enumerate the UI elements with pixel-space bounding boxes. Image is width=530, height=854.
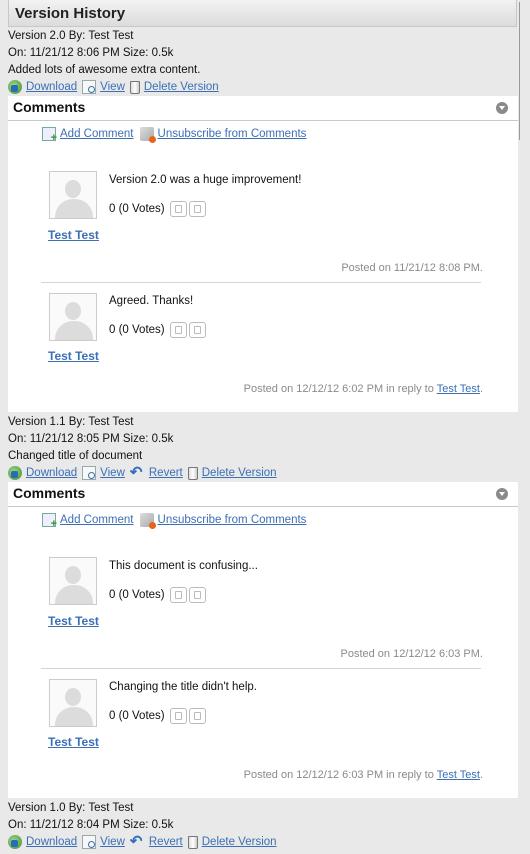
version-date-size: On: 11/21/12 8:04 PM Size: 0.5k: [8, 819, 174, 831]
comment-author-link[interactable]: Test Test: [48, 228, 99, 242]
view-icon[interactable]: [82, 80, 97, 94]
vote-row: 0 (0 Votes): [109, 322, 206, 338]
avatar: [49, 293, 97, 341]
comment-posted: Posted on 11/21/12 8:08 PM.: [341, 262, 483, 274]
thumbs-down-icon[interactable]: [188, 201, 206, 217]
trash-icon[interactable]: [187, 466, 198, 480]
comments-panel-header: Comments: [8, 482, 518, 507]
vote-count: 0 (0 Votes): [109, 589, 165, 601]
collapse-toggle-icon[interactable]: [496, 102, 508, 114]
vote-count: 0 (0 Votes): [109, 324, 165, 336]
comments-panel: Comments Add Comment Unsubscribe from Co…: [8, 482, 518, 798]
unsubscribe-icon[interactable]: [139, 127, 156, 143]
thumbs-down-icon[interactable]: [188, 322, 206, 338]
comments-title: Comments: [13, 485, 86, 501]
comment-author-link[interactable]: Test Test: [48, 735, 99, 749]
trash-icon[interactable]: [187, 835, 198, 849]
vote-row: 0 (0 Votes): [109, 201, 206, 217]
download-icon[interactable]: [8, 835, 22, 849]
revert-link[interactable]: Revert: [149, 467, 183, 479]
version-actions: Download View Revert Delete Version: [8, 463, 282, 481]
view-link[interactable]: View: [100, 836, 125, 848]
version-actions: Download View Delete Version: [8, 79, 224, 95]
reply-to-link[interactable]: Test Test: [437, 769, 480, 781]
trash-icon[interactable]: [129, 80, 140, 94]
download-icon[interactable]: [8, 80, 22, 94]
delete-version-link[interactable]: Delete Version: [202, 836, 277, 848]
comment-text: This document is confusing...: [109, 560, 258, 572]
page-title: Version History: [15, 5, 126, 22]
version-history-header: Version History: [8, 0, 517, 27]
version-by: Version 1.1 By: Test Test: [8, 416, 134, 428]
version-actions: Download View Revert Delete Version: [8, 832, 282, 850]
comment-divider: [41, 668, 481, 669]
download-icon[interactable]: [8, 466, 22, 480]
version-date-size: On: 11/21/12 8:05 PM Size: 0.5k: [8, 433, 174, 445]
download-link[interactable]: Download: [26, 836, 77, 848]
unsubscribe-link[interactable]: Unsubscribe from Comments: [158, 514, 307, 526]
delete-version-link[interactable]: Delete Version: [202, 467, 277, 479]
revert-icon[interactable]: [130, 832, 145, 850]
comment-posted: Posted on 12/12/12 6:02 PM in reply to T…: [243, 383, 483, 395]
comment-links: Add Comment Unsubscribe from Comments: [42, 513, 312, 530]
add-comment-link[interactable]: Add Comment: [60, 128, 134, 140]
delete-version-link[interactable]: Delete Version: [144, 81, 219, 93]
view-link[interactable]: View: [100, 467, 125, 479]
add-comment-icon[interactable]: [42, 513, 57, 530]
thumbs-down-icon[interactable]: [188, 587, 206, 603]
comment-posted: Posted on 12/12/12 6:03 PM in reply to T…: [243, 769, 483, 781]
revert-link[interactable]: Revert: [149, 836, 183, 848]
thumbs-up-icon[interactable]: [169, 587, 187, 603]
comment-links: Add Comment Unsubscribe from Comments: [42, 127, 312, 144]
thumbs-up-icon[interactable]: [169, 201, 187, 217]
avatar: [49, 171, 97, 219]
comment-posted: Posted on 12/12/12 6:03 PM.: [340, 648, 484, 660]
vote-row: 0 (0 Votes): [109, 708, 206, 724]
unsubscribe-link[interactable]: Unsubscribe from Comments: [158, 128, 307, 140]
avatar: [49, 679, 97, 727]
vote-count: 0 (0 Votes): [109, 710, 165, 722]
comment-text: Agreed. Thanks!: [109, 295, 194, 307]
comment-author-link[interactable]: Test Test: [48, 349, 99, 363]
view-link[interactable]: View: [100, 81, 125, 93]
comment-text: Version 2.0 was a huge improvement!: [109, 174, 302, 186]
thumbs-down-icon[interactable]: [188, 708, 206, 724]
scrollbar-thumb[interactable]: [519, 2, 520, 140]
download-link[interactable]: Download: [26, 467, 77, 479]
avatar: [49, 557, 97, 605]
version-by: Version 1.0 By: Test Test: [8, 802, 134, 814]
add-comment-icon[interactable]: [42, 127, 57, 144]
comments-title: Comments: [13, 99, 86, 115]
collapse-toggle-icon[interactable]: [496, 488, 508, 500]
thumbs-up-icon[interactable]: [169, 708, 187, 724]
vote-count: 0 (0 Votes): [109, 203, 165, 215]
version-description: Added lots of awesome extra content.: [8, 64, 201, 76]
version-description: Changed title of document: [8, 450, 143, 462]
add-comment-link[interactable]: Add Comment: [60, 514, 134, 526]
thumbs-up-icon[interactable]: [169, 322, 187, 338]
vote-row: 0 (0 Votes): [109, 587, 206, 603]
download-link[interactable]: Download: [26, 81, 77, 93]
comments-panel: Comments Add Comment Unsubscribe from Co…: [8, 96, 518, 412]
comment-author-link[interactable]: Test Test: [48, 614, 99, 628]
unsubscribe-icon[interactable]: [139, 513, 156, 529]
version-date-size: On: 11/21/12 8:06 PM Size: 0.5k: [8, 47, 174, 59]
view-icon[interactable]: [82, 466, 97, 480]
reply-to-link[interactable]: Test Test: [437, 383, 480, 395]
comment-text: Changing the title didn't help.: [109, 681, 257, 693]
comment-divider: [41, 282, 481, 283]
version-by: Version 2.0 By: Test Test: [8, 30, 134, 42]
view-icon[interactable]: [82, 835, 97, 849]
comments-panel-header: Comments: [8, 96, 518, 121]
revert-icon[interactable]: [130, 463, 145, 481]
